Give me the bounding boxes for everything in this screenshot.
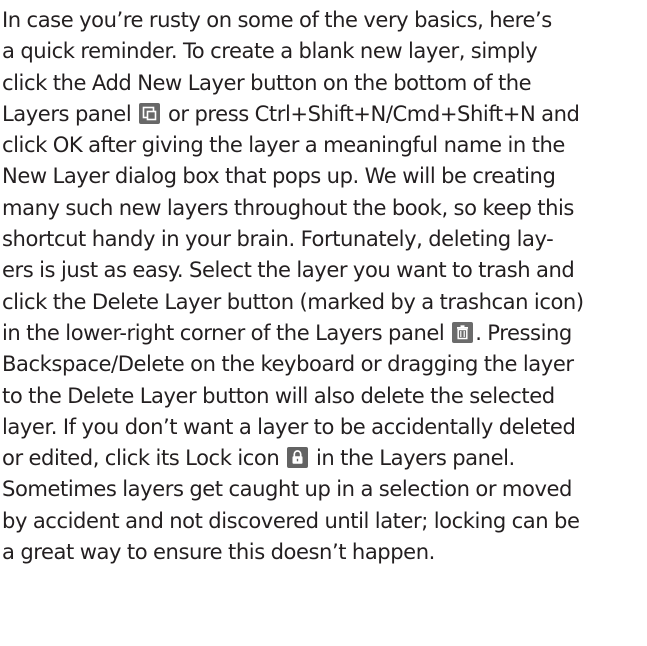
text-segment: . Pressing (475, 319, 572, 345)
text-line: Sometimes layers get caught up in a sele… (2, 476, 572, 502)
text-segment: or edited, click its Lock icon (2, 445, 280, 471)
text-line: or edited, click its Lock icon in the La… (2, 442, 647, 473)
text-line: to the Delete Layer button will also del… (2, 382, 555, 408)
text-line: click the Delete Layer button (marked by… (2, 288, 584, 314)
body-paragraph: In case you’re rusty on some of the very… (2, 4, 647, 567)
text-line: click OK after giving the layer a meanin… (2, 132, 565, 158)
trash-icon (452, 321, 474, 343)
text-line: In case you’re rusty on some of the very… (2, 7, 552, 32)
text-line: layer. If you don’t want a layer to be a… (2, 413, 576, 439)
text-line: Layers panel or press Ctrl+Shift+N/Cmd+S… (2, 98, 647, 129)
document-page: In case you’re rusty on some of the very… (0, 0, 647, 646)
text-line: by accident and not discovered until lat… (2, 507, 580, 533)
text-line: click the Add New Layer button on the bo… (2, 69, 532, 95)
lock-icon (287, 447, 309, 469)
text-line: in the lower-right corner of the Layers … (2, 317, 647, 348)
text-segment: Layers panel (2, 100, 132, 126)
text-line: ers is just as easy. Select the layer yo… (2, 257, 575, 283)
text-segment: in the Layers panel. (315, 445, 515, 471)
text-line: shortcut handy in your brain. Fortunatel… (2, 226, 554, 252)
text-line: a great way to ensure this doesn’t happe… (2, 539, 435, 565)
text-line: Backspace/Delete on the keyboard or drag… (2, 351, 574, 377)
new-layer-icon (139, 102, 161, 124)
text-line: many such new layers throughout the book… (2, 194, 574, 220)
text-segment: or press Ctrl+Shift+N/Cmd+Shift+N and (167, 100, 580, 126)
text-line: New Layer dialog box that pops up. We wi… (2, 163, 556, 189)
text-line: a quick reminder. To create a blank new … (2, 38, 538, 64)
text-segment: in the lower-right corner of the Layers … (2, 319, 445, 345)
